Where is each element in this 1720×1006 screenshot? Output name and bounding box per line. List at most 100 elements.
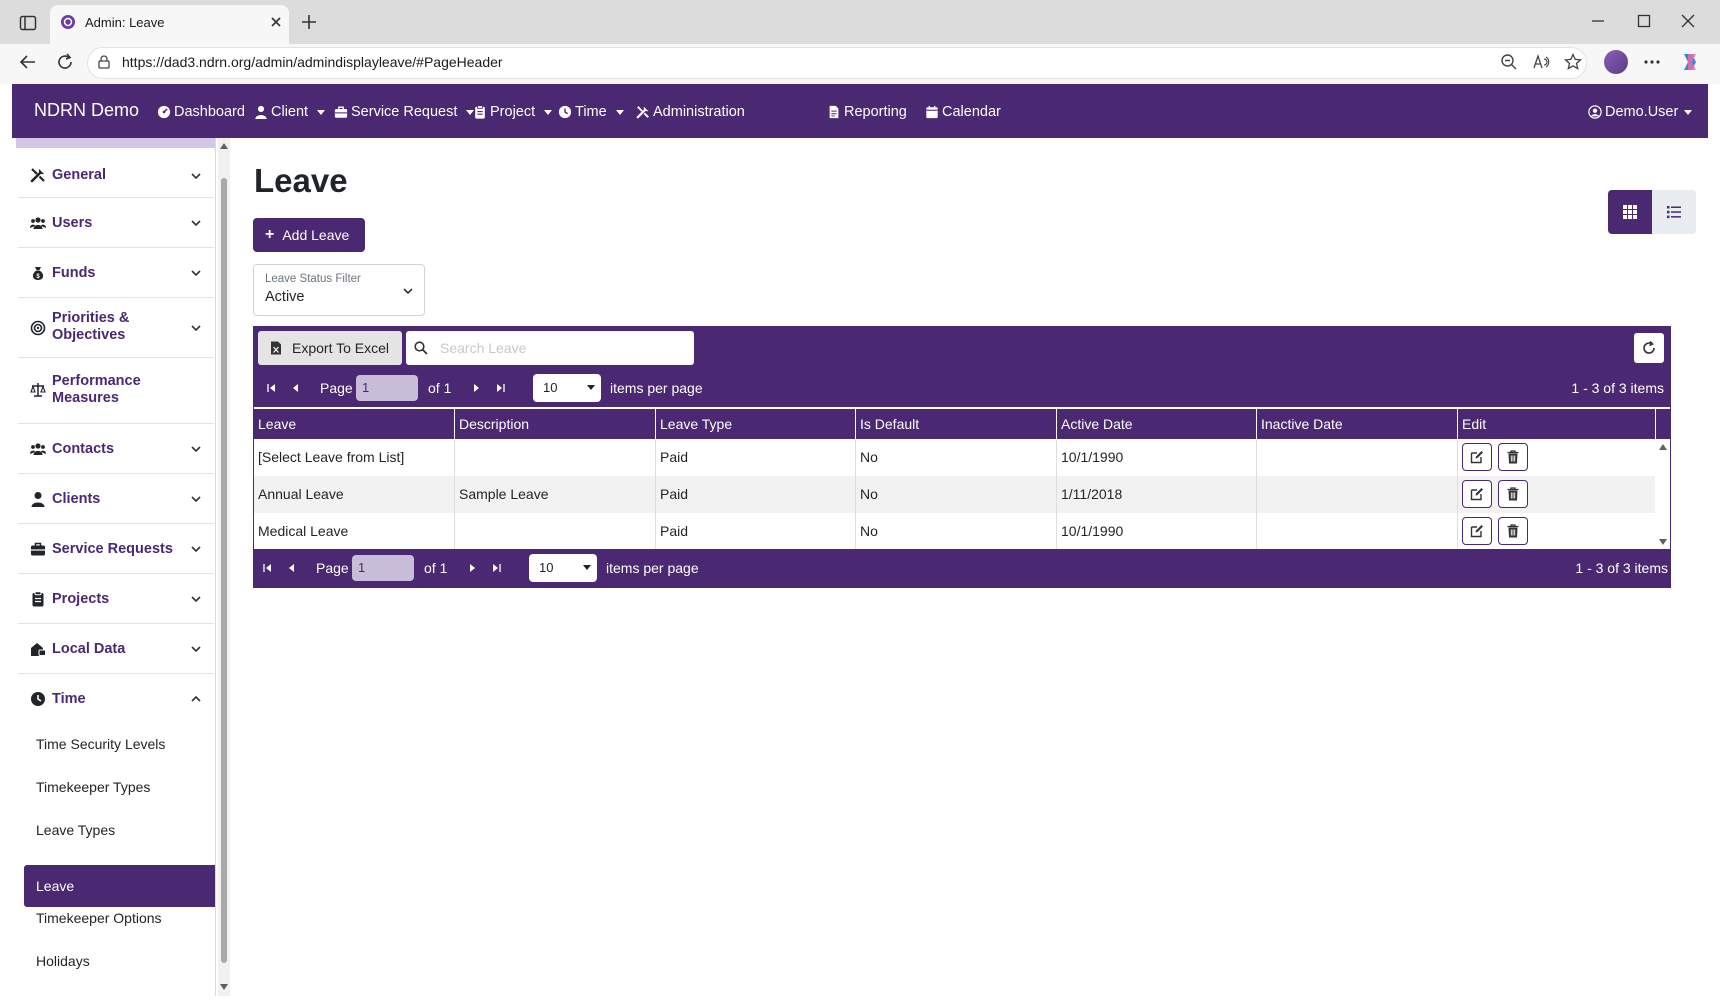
browser-sidebar-icon[interactable] [19,14,37,32]
scroll-up-arrow-icon[interactable] [1659,443,1667,451]
delete-row-button[interactable] [1498,517,1528,545]
next-page-icon[interactable] [470,382,482,394]
table-row[interactable]: Annual Leave Sample Leave Paid No 1/11/2… [254,476,1655,513]
delete-row-button[interactable] [1498,443,1528,471]
sidebar-scroll-thumb[interactable] [221,178,227,963]
copilot-icon[interactable] [1678,50,1702,74]
next-page-icon[interactable] [466,562,478,574]
nav-reporting[interactable]: Reporting [827,102,907,122]
sidebar-subitem-leave-types[interactable]: Leave Types [36,822,212,838]
sidebar-item-projects[interactable]: Projects [18,574,214,624]
site-info-icon[interactable] [96,54,112,70]
search-input[interactable] [440,337,680,359]
page-size-select[interactable]: 10 [533,374,601,402]
url-text[interactable]: https://dad3.ndrn.org/admin/admindisplay… [122,54,503,70]
money-bag-icon: $ [32,267,44,280]
column-header-is-default[interactable]: Is Default [856,409,1057,439]
sidebar-scrollbar[interactable] [218,138,230,996]
list-icon [1667,206,1681,219]
sidebar-subitem-timekeeper-options[interactable]: Timekeeper Options [36,910,212,926]
nav-user-menu[interactable]: Demo.User [1588,102,1693,122]
window-close-icon[interactable] [1680,13,1696,29]
sidebar-subitem-timekeeper-types[interactable]: Timekeeper Types [36,779,212,795]
column-header-description[interactable]: Description [455,409,656,439]
read-aloud-icon[interactable] [1532,53,1550,71]
last-page-icon[interactable] [490,562,502,574]
nav-client[interactable]: Client [254,102,326,122]
nav-dashboard-label: Dashboard [174,104,245,120]
sidebar-item-time[interactable]: Time [18,674,214,724]
sidebar-item-performance-measures[interactable]: Performance Measures [18,358,214,424]
column-header-leave-type[interactable]: Leave Type [656,409,856,439]
zoom-out-icon[interactable] [1500,53,1518,71]
grid-pager-bottom: Page 1 of 1 10 items per page 1 - 3 of 3… [254,549,1670,587]
first-page-icon[interactable] [262,562,274,574]
cell-description [455,439,656,476]
page-size-select[interactable]: 10 [529,554,597,582]
sidebar-item-label: Funds [52,265,96,281]
browser-profile-avatar[interactable] [1604,50,1628,74]
edit-row-button[interactable] [1462,443,1492,471]
chevron-down-icon [403,288,413,295]
sidebar-item-clients[interactable]: Clients [18,474,214,524]
nav-project[interactable]: Project [473,102,553,122]
sidebar-subitem-leave[interactable]: Leave [24,865,215,907]
favorite-star-icon[interactable] [1564,53,1582,71]
user-circle-icon [1588,105,1602,119]
page-title: Leave [254,162,348,199]
delete-row-button[interactable] [1498,480,1528,508]
sidebar-item-local-data[interactable]: Local Data [18,624,214,674]
previous-page-icon[interactable] [290,382,302,394]
previous-page-icon[interactable] [286,562,298,574]
sidebar-subitem-time-security-levels[interactable]: Time Security Levels [36,736,212,752]
sidebar-item-users[interactable]: Users [18,198,214,248]
back-arrow-icon[interactable] [18,52,38,72]
export-to-excel-button[interactable]: Export To Excel [258,331,402,365]
scroll-down-arrow-icon[interactable] [220,983,228,991]
nav-administration[interactable]: Administration [636,102,745,122]
reload-icon[interactable] [55,52,75,72]
first-page-icon[interactable] [266,382,278,394]
column-header-active-date[interactable]: Active Date [1057,409,1257,439]
last-page-icon[interactable] [494,382,506,394]
edit-row-button[interactable] [1462,517,1492,545]
nav-service-request[interactable]: Service Request [334,102,475,122]
column-header-edit: Edit [1458,409,1656,439]
add-leave-button[interactable]: + Add Leave [253,218,365,252]
sidebar-item-funds[interactable]: $ Funds [18,248,214,298]
grid-scrollbar[interactable] [1656,439,1670,550]
sidebar-item-contacts[interactable]: Contacts [18,424,214,474]
chevron-down-icon [191,446,201,453]
sidebar-item-service-requests[interactable]: Service Requests [18,524,214,574]
refresh-button[interactable] [1634,333,1664,363]
table-row[interactable]: [Select Leave from List] Paid No 10/1/19… [254,439,1655,476]
nav-dashboard[interactable]: Dashboard [157,102,245,122]
scroll-up-arrow-icon[interactable] [220,142,228,150]
more-options-icon[interactable] [1642,53,1662,71]
window-maximize-icon[interactable] [1636,13,1652,29]
items-per-page-label: items per page [610,380,703,396]
sidebar-item-priorities-objectives[interactable]: Priorities & Objectives [18,298,214,358]
nav-calendar[interactable]: Calendar [925,102,1001,122]
edit-row-button[interactable] [1462,480,1492,508]
sidebar-item-general[interactable]: General [18,152,214,198]
window-minimize-icon[interactable] [1590,13,1606,29]
tab-close-icon[interactable] [268,14,284,30]
app-brand[interactable]: NDRN Demo [34,100,139,121]
grid-header-row: Leave Description Leave Type Is Default … [254,409,1670,439]
nav-time[interactable]: Time [558,102,624,122]
sidebar-subitem-holidays[interactable]: Holidays [36,953,212,969]
column-header-inactive-date[interactable]: Inactive Date [1257,409,1458,439]
scroll-down-arrow-icon[interactable] [1659,538,1667,546]
table-row[interactable]: Medical Leave Paid No 10/1/1990 [254,513,1655,550]
grid-view-button[interactable] [1608,190,1652,234]
pager-info: 1 - 3 of 3 items [1575,560,1668,576]
column-header-leave[interactable]: Leave [254,409,455,439]
view-toggle-group [1608,190,1696,234]
list-view-button[interactable] [1652,190,1696,234]
new-tab-icon[interactable] [300,13,318,31]
pager-page-input[interactable]: 1 [356,375,418,401]
chevron-up-icon [191,695,201,702]
pager-page-input[interactable]: 1 [352,555,414,581]
leave-status-filter-select[interactable]: Leave Status Filter Active [253,264,425,316]
